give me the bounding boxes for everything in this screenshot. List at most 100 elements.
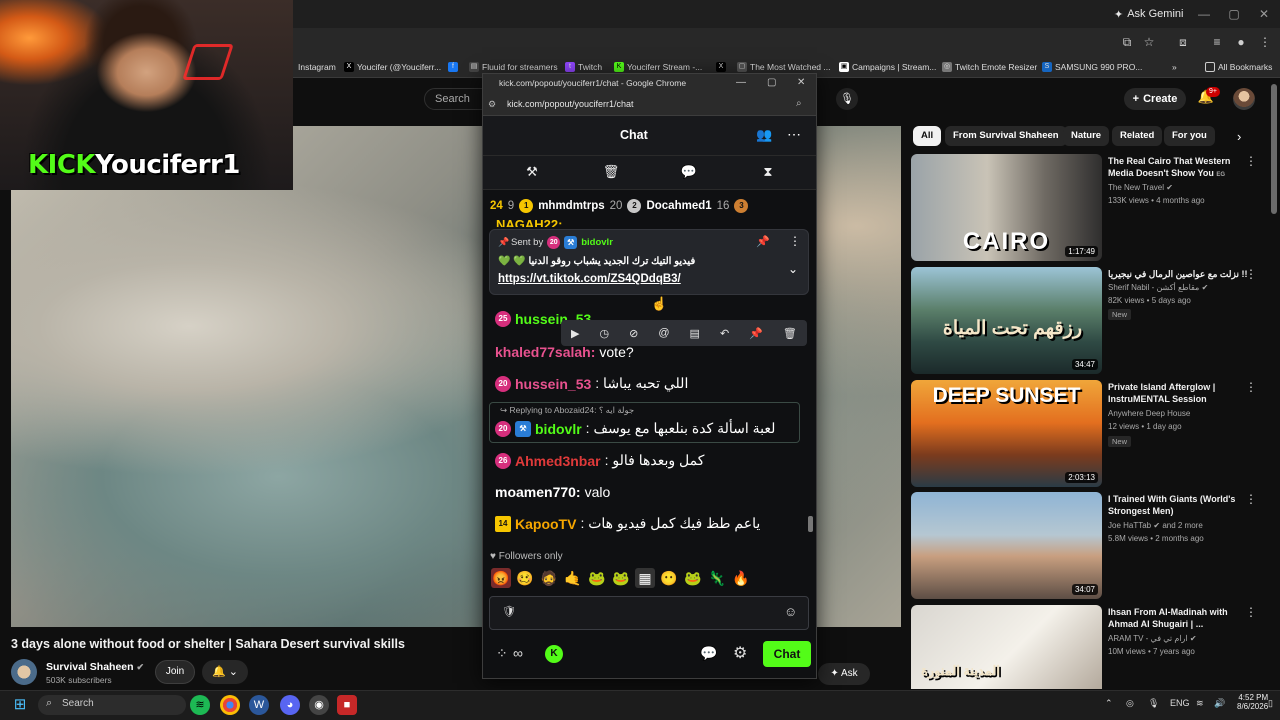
thumbnail[interactable]: رزقهم تحت المياة 34:47 [911, 267, 1102, 374]
emote-icon[interactable]: 🔥 [731, 568, 751, 588]
chevron-right-icon[interactable]: › [1237, 129, 1241, 144]
chip-all[interactable]: All [913, 126, 942, 146]
recommendation-card[interactable]: رزقهم تحت المياة 34:47 !! نزلت مع عواصين… [911, 267, 1266, 377]
pin-message-icon[interactable]: 📌 [749, 327, 763, 340]
timeout-icon[interactable]: ◷ [599, 327, 609, 340]
popup-maximize-icon[interactable]: ▢ [767, 77, 776, 88]
bookmarks-overflow-icon[interactable]: » [1172, 58, 1177, 76]
bookmark-item[interactable]: f [448, 58, 458, 76]
create-button[interactable]: + Create [1124, 88, 1186, 110]
emote-icon[interactable]: 🐸 [587, 568, 607, 588]
chrome-icon[interactable] [220, 695, 240, 715]
mic-tray-icon[interactable]: 🎙 [1148, 698, 1159, 709]
emote-icon[interactable]: 🥴 [515, 568, 535, 588]
wifi-icon[interactable]: ≋ [1196, 698, 1204, 709]
chat-username[interactable]: bidovlr [535, 421, 582, 437]
emoji-icon[interactable]: ☺ [784, 604, 797, 619]
more-options-icon[interactable]: ⋮ [1245, 605, 1257, 619]
leader-name[interactable]: Docahmed1 [646, 200, 711, 212]
taskbar-search[interactable]: Search [38, 695, 186, 715]
system-clock[interactable]: 4:52 PM 8/6/2026 [1237, 693, 1268, 711]
extensions-icon[interactable]: ⧈ [1174, 33, 1192, 51]
spotify-icon[interactable]: ≋ [190, 695, 210, 715]
ask-gemini-button[interactable]: ✦ Ask Gemini [1106, 4, 1191, 24]
gear-icon[interactable]: ⚙ [733, 643, 747, 663]
popup-close-icon[interactable]: ✕ [797, 77, 805, 88]
pinned-author[interactable]: bidovlr [581, 237, 613, 248]
channel-name[interactable]: Survival Shaheen ✔ [46, 661, 144, 673]
thumbnail[interactable]: 34:07 [911, 492, 1102, 599]
join-button[interactable]: Join [155, 660, 195, 684]
emote-icon[interactable]: 🦎 [707, 568, 727, 588]
bookmark-item[interactable]: S SAMSUNG 990 PRO... [1042, 58, 1142, 76]
channel-avatar[interactable] [11, 659, 37, 685]
mention-icon[interactable]: @ [658, 327, 669, 339]
bookmark-item[interactable]: Instagram [298, 58, 336, 76]
chat-username[interactable]: moamen770: [495, 484, 581, 500]
emote-icon[interactable]: 🧔 [539, 568, 559, 588]
emote-icon[interactable]: 🐸 [611, 568, 631, 588]
chip-for-you[interactable]: For you [1164, 126, 1215, 146]
more-options-icon[interactable]: ⋮ [1245, 154, 1257, 168]
chat-scrollbar[interactable] [808, 516, 813, 532]
media-icon[interactable]: ≡ [1208, 33, 1226, 51]
bookmark-item[interactable]: X Youcifer (@Youciferr... [344, 58, 441, 76]
word-icon[interactable]: W [249, 695, 269, 715]
language-indicator[interactable]: ENG [1170, 698, 1190, 708]
network-app-icon[interactable]: ◎ [1126, 698, 1134, 709]
delete-icon[interactable]: 🗑 [783, 327, 797, 340]
tray-chevron-icon[interactable]: ⌃ [1105, 698, 1113, 709]
chat-input[interactable] [489, 596, 809, 630]
chip-related[interactable]: Related [1112, 126, 1163, 146]
thumbnail[interactable]: CAIRO 1:17:49 [911, 154, 1102, 261]
emote-icon[interactable]: 😡 [491, 568, 511, 588]
chat-username[interactable]: khaled77salah: [495, 344, 595, 360]
all-bookmarks[interactable]: All Bookmarks [1205, 58, 1272, 76]
chip-from-channel[interactable]: From Survival Shaheen [945, 126, 1067, 146]
close-icon[interactable]: ✕ [1254, 4, 1274, 24]
shield-icon[interactable]: 🛡 [502, 605, 516, 618]
hourglass-icon[interactable]: ⧗ [759, 164, 777, 182]
recommendation-card[interactable]: CAIRO 1:17:49 The Real Cairo That Wester… [911, 154, 1266, 264]
send-chat-button[interactable]: Chat [763, 641, 811, 667]
emote-icon[interactable]: 🤙 [563, 568, 583, 588]
chat-settings-bubble-icon[interactable]: 💬 [700, 645, 717, 662]
ask-button[interactable]: ✦ Ask [818, 663, 870, 685]
recommendation-card[interactable]: المدينة المنورة Ihsan From Al-Madinah wi… [911, 605, 1266, 689]
popup-minimize-icon[interactable]: — [736, 77, 746, 88]
discord-icon[interactable]: ◕ [280, 695, 300, 715]
play-icon[interactable]: ▶ [571, 327, 579, 340]
emote-icon[interactable]: 😶 [659, 568, 679, 588]
users-icon[interactable]: 👥 [756, 127, 772, 143]
unpin-icon[interactable]: 📌 [756, 235, 770, 248]
bookmark-item[interactable]: ▣ Campaigns | Stream... [839, 58, 936, 76]
chevron-down-icon[interactable]: ⌄ [788, 262, 798, 276]
maximize-icon[interactable]: ▢ [1224, 4, 1244, 24]
recording-app-icon[interactable]: ■ [337, 695, 357, 715]
chat-username[interactable]: hussein_53 [515, 376, 591, 392]
reply-icon[interactable]: ↶ [720, 327, 729, 340]
kick-points-icon[interactable]: ⁘ [496, 645, 508, 662]
windows-start-icon[interactable]: ⊞ [11, 696, 29, 714]
more-options-icon[interactable]: ⋮ [1245, 267, 1257, 281]
mic-icon[interactable]: 🎙 [836, 88, 858, 110]
zoom-icon[interactable]: ⌕ [796, 98, 802, 109]
chat-username[interactable]: Ahmed3nbar [515, 453, 601, 469]
volume-icon[interactable]: 🔊 [1214, 698, 1225, 709]
recommendation-card[interactable]: 34:07 I Trained With Giants (World's Str… [911, 492, 1266, 602]
thumbnail[interactable]: المدينة المنورة [911, 605, 1102, 689]
profile-icon[interactable]: ● [1232, 33, 1250, 51]
chat-bubble-icon[interactable]: 💬 [680, 164, 698, 182]
pinned-link[interactable]: https://vt.tiktok.com/ZS4QDdqB3/ [498, 273, 681, 285]
cast-icon[interactable]: ⧉ [1118, 33, 1136, 51]
trash-icon[interactable]: 🗑 [602, 164, 620, 182]
kick-logo-icon[interactable]: K [545, 645, 563, 663]
popup-address-bar[interactable]: kick.com/popout/youciferr1/chat [483, 94, 816, 116]
more-options-icon[interactable]: ⋮ [1245, 380, 1257, 394]
chip-nature[interactable]: Nature [1063, 126, 1110, 146]
copy-icon[interactable]: ▤ [690, 327, 700, 340]
obs-icon[interactable]: ◉ [309, 695, 329, 715]
more-options-icon[interactable]: ⋮ [1245, 492, 1257, 506]
star-icon[interactable]: ☆ [1140, 33, 1158, 51]
leader-name[interactable]: mhmdmtrps [538, 200, 604, 212]
